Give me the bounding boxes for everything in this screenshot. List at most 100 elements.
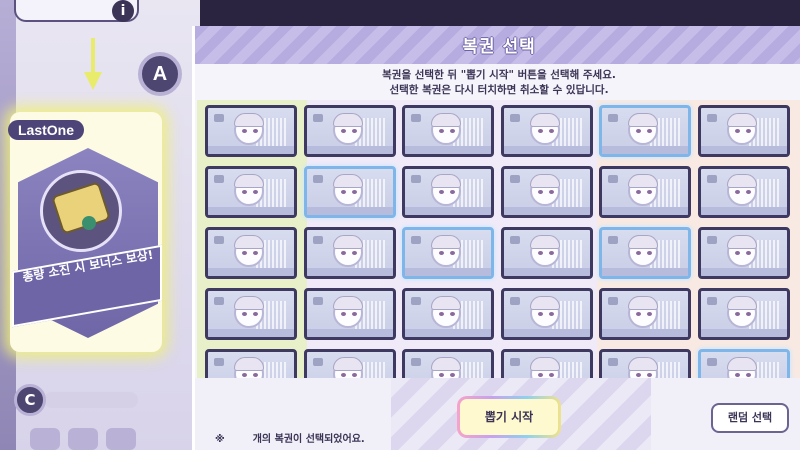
- character-eye: [548, 251, 554, 255]
- start-draw-button[interactable]: 뽑기 시작: [457, 396, 561, 438]
- character-eye: [340, 129, 346, 133]
- ticket-stub-icon: [214, 236, 224, 244]
- ticket-stub-icon: [706, 175, 717, 183]
- character-hair: [431, 174, 461, 188]
- character-hair: [234, 357, 264, 371]
- prize-gem-icon: [82, 216, 96, 230]
- lottery-ticket[interactable]: [205, 105, 297, 157]
- character-hair: [431, 357, 461, 371]
- ticket-stub-icon: [608, 175, 618, 183]
- lottery-ticket[interactable]: [303, 288, 396, 340]
- character-eye: [647, 373, 652, 377]
- character-eye: [548, 129, 554, 133]
- character-eye: [636, 312, 641, 316]
- lottery-ticket[interactable]: [500, 105, 593, 157]
- ticket-stub-icon: [706, 358, 717, 366]
- character-eye: [734, 312, 740, 316]
- lottery-ticket[interactable]: [500, 227, 593, 279]
- lottery-ticket[interactable]: [599, 227, 691, 279]
- lottery-ticket[interactable]: [303, 166, 396, 218]
- character-eye: [745, 373, 751, 377]
- character-hair: [628, 174, 658, 188]
- character-eye: [636, 373, 641, 377]
- lottery-ticket[interactable]: [303, 227, 396, 279]
- character-eye: [537, 190, 543, 194]
- ticket-stub-icon: [608, 114, 618, 122]
- character-eye: [450, 190, 455, 194]
- character-eye: [439, 190, 444, 194]
- character-eye: [537, 251, 543, 255]
- character-eye: [242, 190, 247, 194]
- ticket-base: [208, 146, 294, 154]
- character-eye: [537, 129, 543, 133]
- lottery-ticket[interactable]: [599, 166, 691, 218]
- character-eye: [351, 373, 357, 377]
- ticket-stub-icon: [312, 358, 323, 366]
- character-eye: [439, 312, 444, 316]
- character-eye: [734, 129, 740, 133]
- lottery-ticket[interactable]: [599, 288, 691, 340]
- character-eye: [636, 190, 641, 194]
- lottery-ticket[interactable]: [402, 227, 494, 279]
- character-eye: [242, 251, 247, 255]
- character-eye: [745, 129, 751, 133]
- character-hair: [726, 235, 757, 249]
- lottery-ticket[interactable]: [500, 166, 593, 218]
- lottery-ticket[interactable]: [205, 288, 297, 340]
- character-hair: [529, 174, 560, 188]
- character-eye: [253, 129, 258, 133]
- ticket-base: [700, 146, 787, 154]
- character-eye: [548, 373, 554, 377]
- grade-c-badge: C: [14, 384, 46, 416]
- ticket-stub-icon: [608, 358, 618, 366]
- character-hair: [529, 296, 560, 310]
- character-hair: [332, 357, 363, 371]
- character-hair: [529, 235, 560, 249]
- ticket-stub-icon: [509, 236, 520, 244]
- ticket-stub-icon: [411, 297, 421, 305]
- ticket-base: [405, 207, 491, 215]
- character-hair: [234, 174, 264, 188]
- character-eye: [647, 190, 652, 194]
- character-eye: [548, 190, 554, 194]
- lottery-ticket[interactable]: [697, 105, 790, 157]
- lottery-ticket[interactable]: [500, 288, 593, 340]
- character-eye: [351, 190, 357, 194]
- random-select-button[interactable]: 랜덤 선택: [711, 403, 789, 433]
- ticket-stub-icon: [411, 175, 421, 183]
- ticket-stub-icon: [706, 114, 717, 122]
- selected-count-note: ※ 개의 복권이 선택되었어요.: [215, 430, 365, 445]
- lottery-ticket[interactable]: [205, 166, 297, 218]
- character-hair: [332, 235, 363, 249]
- character-eye: [647, 129, 652, 133]
- mini-item-row: [30, 428, 160, 450]
- ticket-base: [208, 329, 294, 337]
- character-eye: [351, 251, 357, 255]
- lottery-ticket[interactable]: [205, 227, 297, 279]
- character-hair: [726, 357, 757, 371]
- lottery-ticket[interactable]: [402, 288, 494, 340]
- ticket-base: [306, 146, 393, 154]
- arrow-down-icon: [84, 38, 102, 90]
- ticket-stub-icon: [411, 114, 421, 122]
- character-eye: [439, 251, 444, 255]
- lottery-ticket[interactable]: [402, 105, 494, 157]
- ticket-base: [700, 207, 787, 215]
- lottery-ticket[interactable]: [599, 105, 691, 157]
- lottery-ticket[interactable]: [303, 105, 396, 157]
- lottery-ticket[interactable]: [697, 288, 790, 340]
- ticket-base: [306, 329, 393, 337]
- ticket-base: [700, 268, 787, 276]
- grade-c-bar: [44, 392, 138, 408]
- ticket-stub-icon: [312, 297, 323, 305]
- character-hair: [726, 113, 757, 127]
- character-eye: [450, 251, 455, 255]
- ticket-stub-icon: [312, 114, 323, 122]
- ticket-base: [503, 329, 590, 337]
- lottery-ticket[interactable]: [402, 166, 494, 218]
- info-icon[interactable]: i: [112, 0, 134, 22]
- ticket-base: [503, 207, 590, 215]
- lottery-ticket[interactable]: [697, 166, 790, 218]
- character-eye: [647, 251, 652, 255]
- lottery-ticket[interactable]: [697, 227, 790, 279]
